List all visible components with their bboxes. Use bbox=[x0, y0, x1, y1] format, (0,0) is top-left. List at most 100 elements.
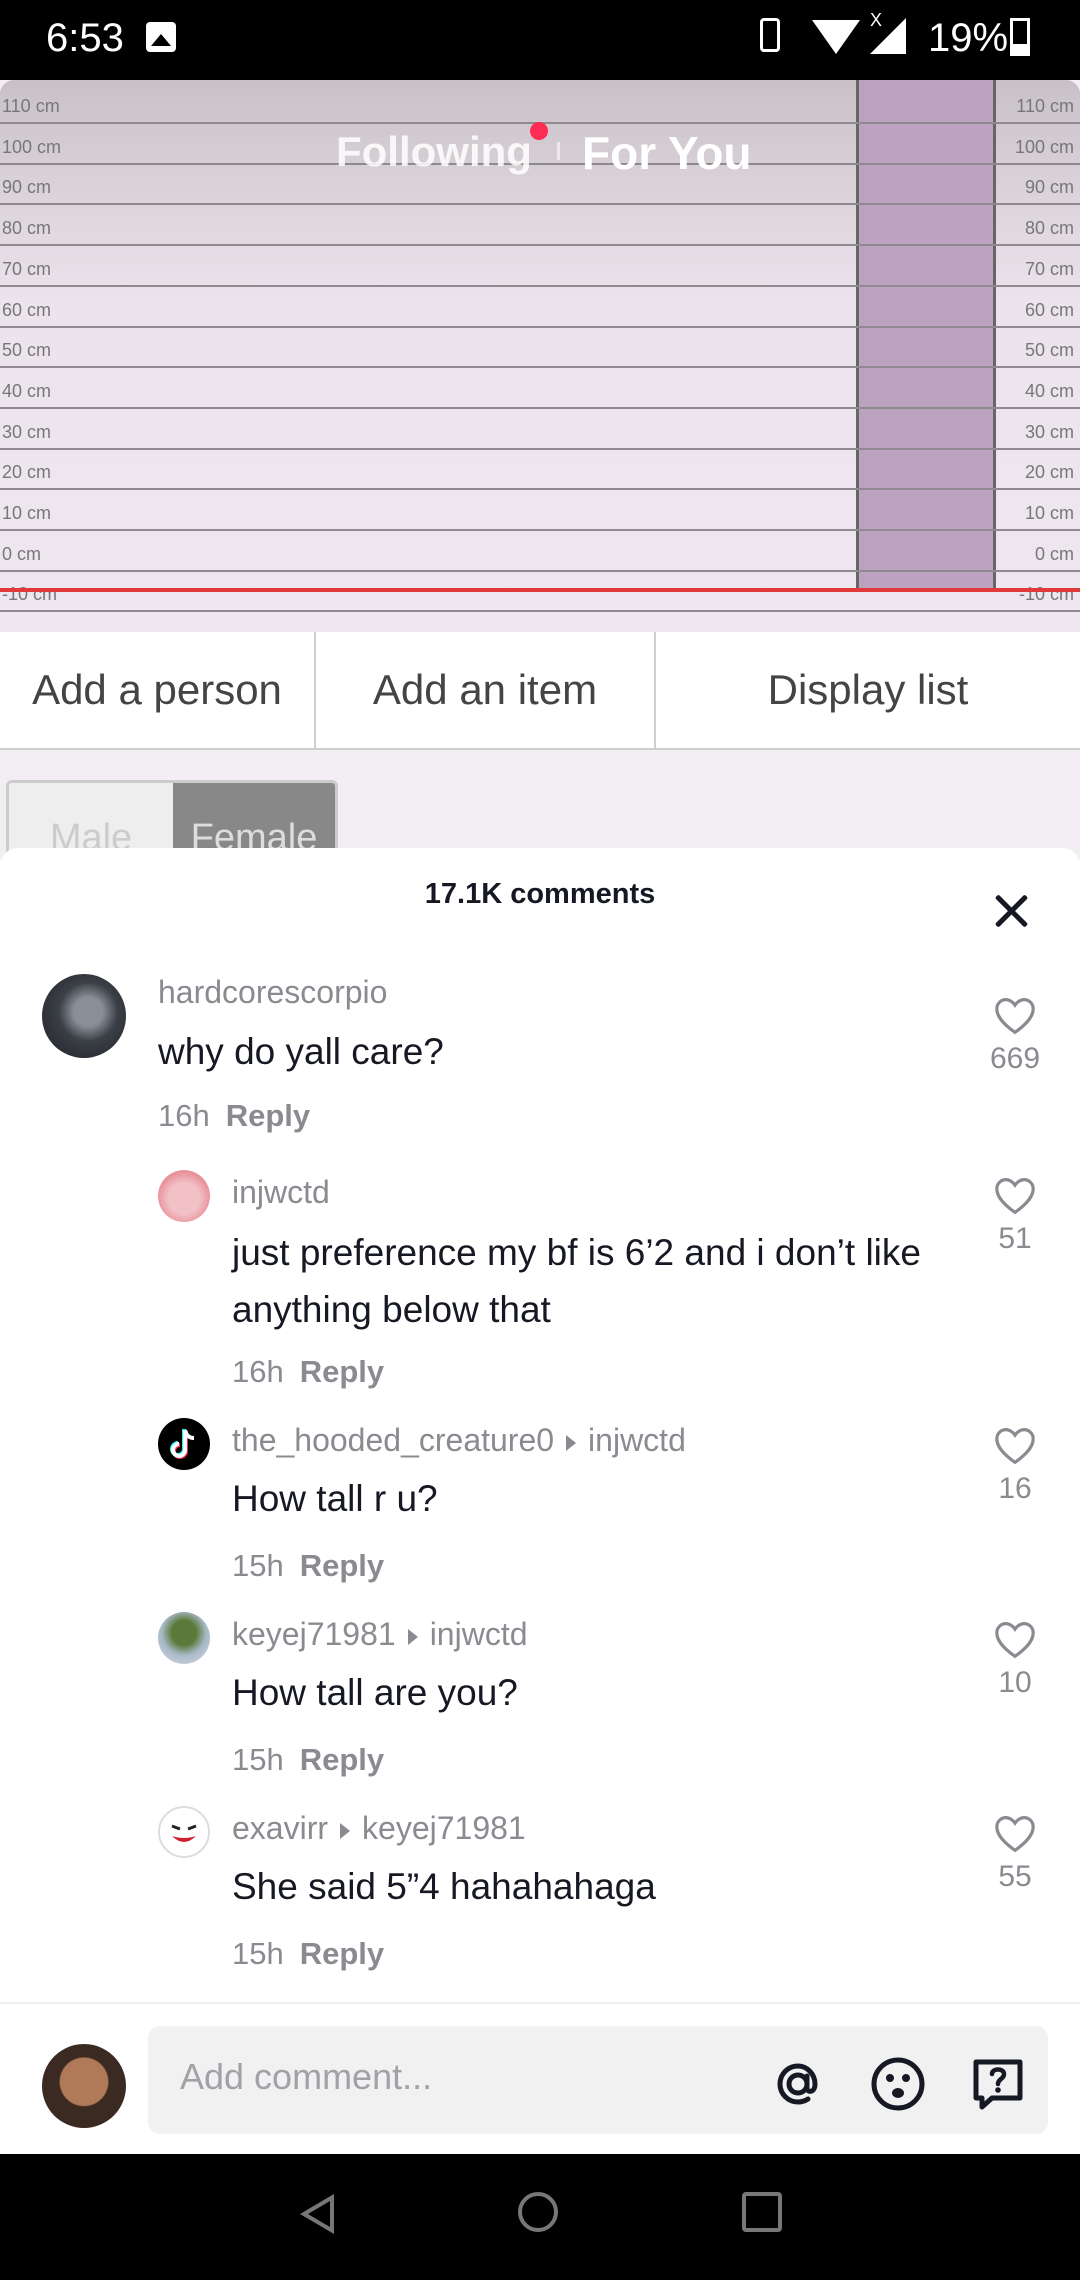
question-bubble-icon[interactable] bbox=[968, 2054, 1028, 2114]
tick-label-right: 10 cm bbox=[1024, 503, 1074, 523]
video-player[interactable]: 110 cm 100 cm 90 cm 80 cm 70 cm 60 cm 50 cm 40 … bbox=[0, 80, 1080, 860]
tick-label-left: 0 cm bbox=[2, 543, 42, 564]
tick-label-left: 70 cm bbox=[2, 258, 52, 279]
tab-for-you[interactable]: For You bbox=[582, 126, 752, 180]
battery-icon bbox=[1010, 18, 1030, 56]
comment-username[interactable]: hardcorescorpio bbox=[158, 974, 387, 1011]
comment-text: She said 5”4 hahahahaga bbox=[232, 1866, 656, 1907]
tab-separator bbox=[557, 142, 560, 160]
avatar[interactable] bbox=[42, 974, 126, 1058]
comments-sheet: 17.1K comments hardcorescorpio why do ya… bbox=[0, 848, 1080, 2153]
tick-label-left: 90 cm bbox=[2, 177, 52, 198]
joker-face-icon bbox=[171, 1824, 197, 1842]
heart-icon bbox=[995, 1622, 1035, 1659]
reply-button[interactable]: Reply bbox=[300, 1936, 384, 1971]
comment-meta: 15h Reply bbox=[232, 1936, 384, 1972]
grid-line bbox=[0, 406, 1080, 409]
tick-label-right: 50 cm bbox=[1024, 340, 1074, 361]
height-chart: 110 cm 100 cm 90 cm 80 cm 70 cm 60 cm 50 cm 40 … bbox=[0, 80, 1080, 640]
comment-time: 15h bbox=[232, 1936, 284, 1971]
comment-time: 16h bbox=[232, 1354, 284, 1389]
comment-text: How tall r u? bbox=[232, 1478, 438, 1519]
at-sign-icon[interactable] bbox=[768, 2054, 828, 2114]
close-icon[interactable] bbox=[988, 888, 1034, 934]
tick-label-right: 70 cm bbox=[1024, 258, 1074, 279]
comment-username: keyej71981 injwctd bbox=[232, 1616, 528, 1653]
tick-label-right: 40 cm bbox=[1024, 380, 1074, 401]
display-list-button: Display list bbox=[654, 632, 1080, 750]
reply-to-user[interactable]: keyej71981 bbox=[362, 1810, 526, 1846]
home-icon[interactable] bbox=[518, 2192, 558, 2232]
comment-meta: 15h Reply bbox=[232, 1548, 384, 1584]
comment-text: why do yall care? bbox=[158, 1031, 444, 1072]
reply-button[interactable]: Reply bbox=[300, 1548, 384, 1583]
tick-label-right: 0 cm bbox=[1034, 543, 1074, 564]
battery-percent: 19% bbox=[928, 16, 1009, 60]
tiktok-icon bbox=[170, 1429, 195, 1459]
tick-label-right: 80 cm bbox=[1024, 218, 1074, 239]
tab-following[interactable]: Following bbox=[336, 128, 532, 176]
tick-label-left: 20 cm bbox=[2, 462, 52, 483]
grid-line bbox=[0, 569, 1080, 572]
heart-icon bbox=[995, 1178, 1035, 1215]
cell-signal-icon bbox=[870, 18, 906, 54]
comments-count-title: 17.1K comments bbox=[424, 878, 656, 910]
comment-meta: 16h Reply bbox=[158, 1098, 310, 1134]
tick-label-left: 40 cm bbox=[2, 380, 52, 401]
grid-line bbox=[0, 366, 1080, 369]
reply-button[interactable]: Reply bbox=[300, 1354, 384, 1389]
reply-to-user[interactable]: injwctd bbox=[588, 1422, 686, 1458]
tick-label-left: 60 cm bbox=[2, 299, 52, 320]
grid-line bbox=[0, 325, 1080, 328]
tick-label-right: 90 cm bbox=[1024, 177, 1074, 198]
grid-line bbox=[0, 610, 1080, 613]
tick-label-right: 30 cm bbox=[1024, 421, 1074, 442]
ground-line bbox=[0, 588, 1080, 592]
my-avatar bbox=[42, 2044, 126, 2128]
emoji-icon[interactable] bbox=[868, 2054, 928, 2114]
wifi-icon bbox=[812, 20, 860, 54]
person-bar bbox=[856, 80, 996, 590]
like-button[interactable] bbox=[990, 1426, 1040, 1466]
like-button[interactable] bbox=[990, 1620, 1040, 1660]
tick-label-left: 30 cm bbox=[2, 421, 52, 442]
like-button[interactable] bbox=[990, 996, 1040, 1036]
comment-input-bar: Add comment... bbox=[0, 2002, 1080, 2156]
comment-username: the_hooded_creature0 injwctd bbox=[232, 1422, 686, 1459]
tiktok-logo-avatar[interactable] bbox=[158, 1418, 210, 1470]
comment-input-placeholder: Add comment... bbox=[180, 2056, 433, 2097]
reply-button[interactable]: Reply bbox=[226, 1098, 310, 1133]
tick-label-left: 10 cm bbox=[2, 503, 52, 523]
like-button[interactable] bbox=[990, 1176, 1040, 1216]
heart-icon bbox=[995, 1816, 1035, 1853]
gallery-notification-icon bbox=[146, 22, 176, 52]
like-count: 10 bbox=[998, 1666, 1032, 1699]
heart-icon bbox=[995, 1428, 1035, 1465]
comment-time: 15h bbox=[232, 1548, 284, 1583]
grid-line bbox=[0, 488, 1080, 491]
recents-icon[interactable] bbox=[742, 2192, 782, 2232]
reply-to-user[interactable]: injwctd bbox=[430, 1616, 528, 1652]
new-content-dot bbox=[530, 122, 548, 140]
tick-label-left: 50 cm bbox=[2, 340, 52, 361]
comment-time: 16h bbox=[158, 1098, 210, 1133]
comment-author[interactable]: keyej71981 bbox=[232, 1616, 396, 1652]
comment-author[interactable]: exavirr bbox=[232, 1810, 328, 1846]
add-person-button: Add a person bbox=[0, 632, 316, 750]
like-button[interactable] bbox=[990, 1814, 1040, 1854]
tick-label-left: 100 cm bbox=[2, 136, 62, 157]
avatar[interactable] bbox=[158, 1612, 210, 1664]
vibrate-icon bbox=[760, 18, 780, 52]
comment-author[interactable]: the_hooded_creature0 bbox=[232, 1422, 554, 1458]
heart-icon bbox=[995, 998, 1035, 1035]
grid-line bbox=[0, 529, 1080, 531]
comment-username: exavirr keyej71981 bbox=[232, 1810, 526, 1847]
grid-line bbox=[0, 162, 1080, 165]
joker-avatar[interactable] bbox=[158, 1806, 210, 1858]
comment-input[interactable]: Add comment... bbox=[148, 2026, 1048, 2134]
comment-username[interactable]: injwctd bbox=[232, 1174, 330, 1211]
back-icon[interactable] bbox=[300, 2194, 334, 2234]
reply-button[interactable]: Reply bbox=[300, 1742, 384, 1777]
avatar[interactable] bbox=[158, 1170, 210, 1222]
grid-line bbox=[0, 244, 1080, 247]
